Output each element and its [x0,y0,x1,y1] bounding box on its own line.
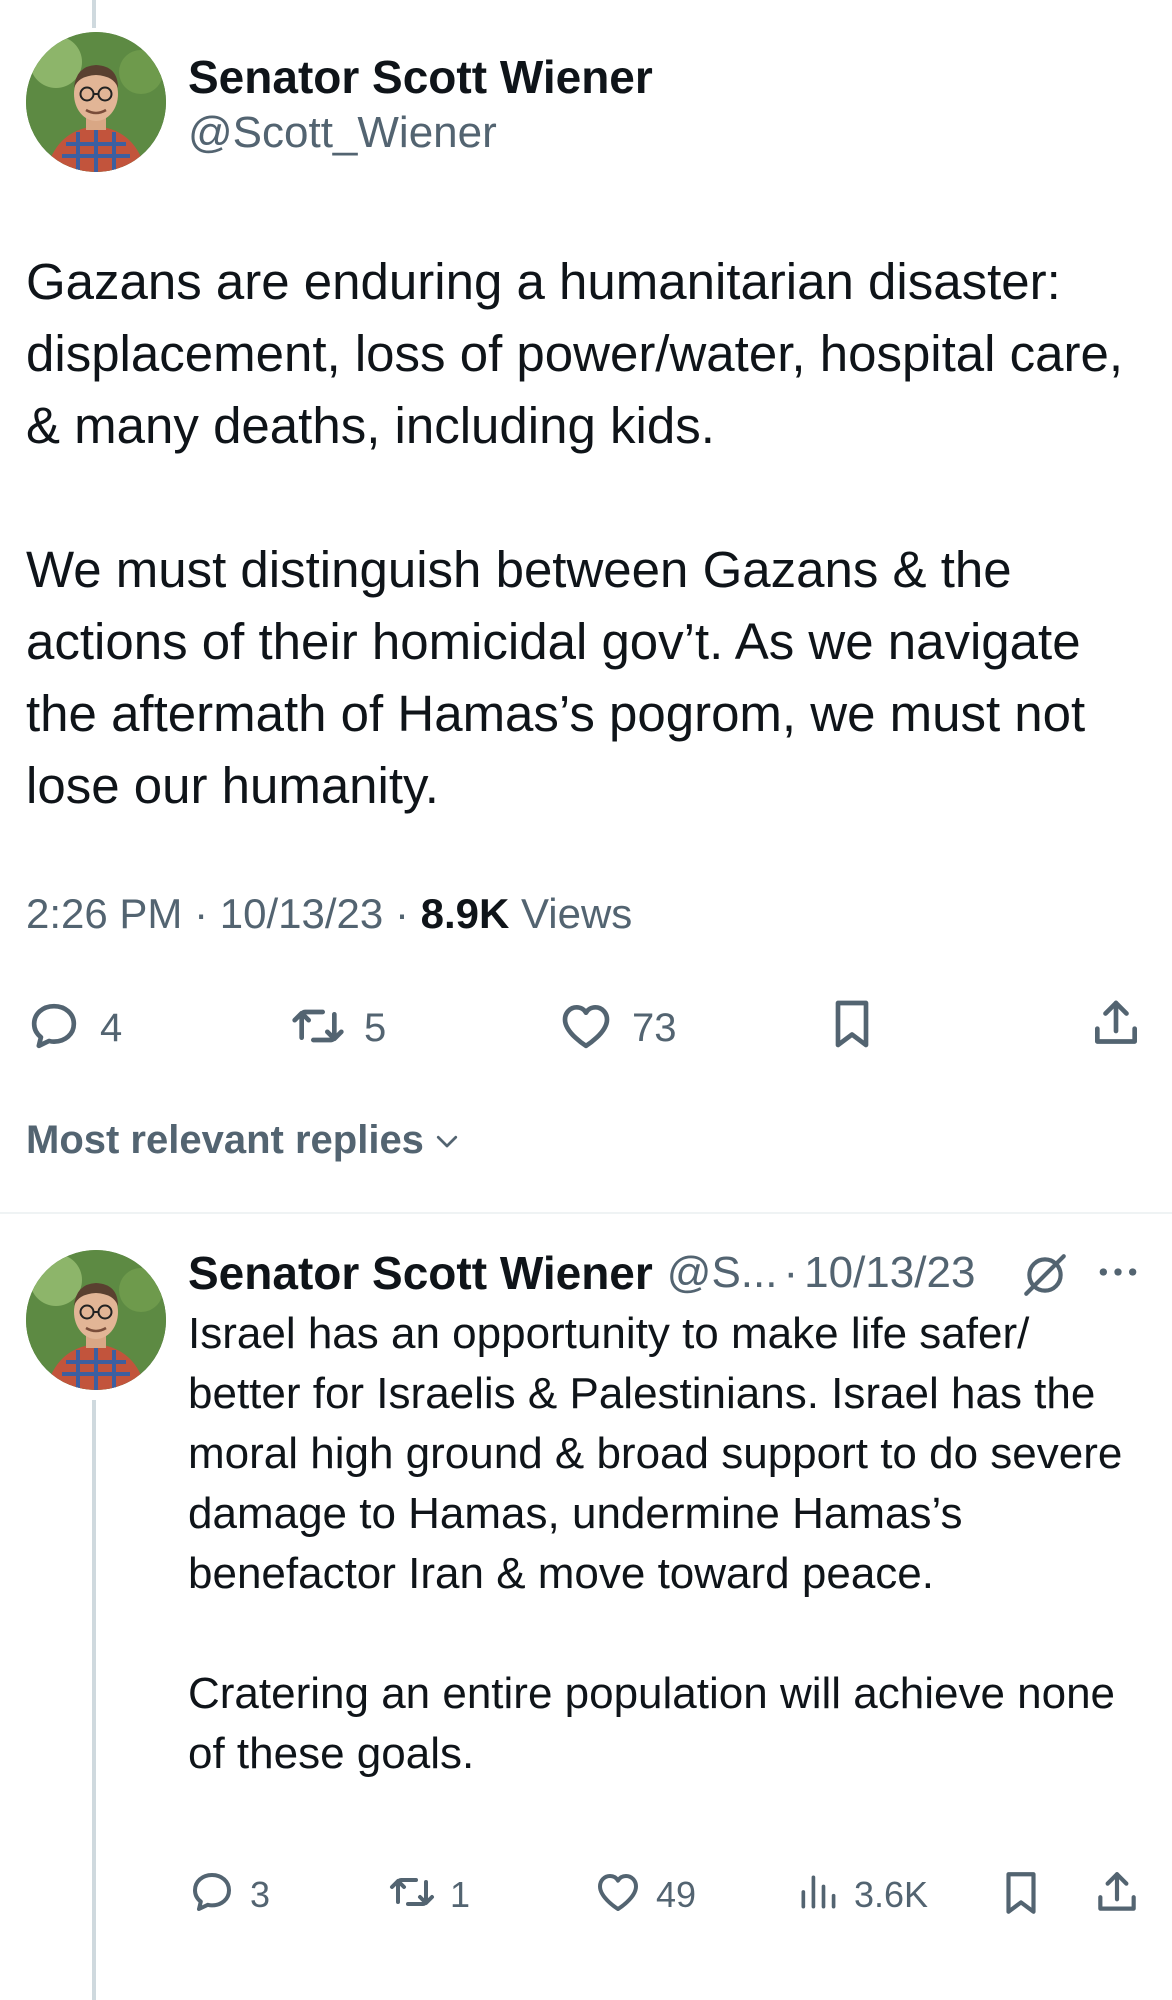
divider [0,1212,1172,1214]
thread-line [92,1400,96,2000]
thread-line [92,0,96,28]
views-count: 8.9K [420,890,510,937]
tweet-date[interactable]: 10/13/23 [220,890,384,937]
reply-author-handle[interactable]: @S... [667,1248,778,1298]
bookmark-button[interactable] [824,994,880,1059]
like-count: 49 [656,1873,697,1915]
share-icon [1088,1000,1144,1058]
more-button[interactable] [1096,1256,1140,1293]
reply-paragraph: Cratering an entire population will achi… [188,1669,1116,1778]
share-button[interactable] [1088,994,1144,1059]
meta-separator: · [783,1248,799,1297]
avatar[interactable] [26,32,166,172]
reply-count: 4 [100,1006,123,1050]
reply-views-button[interactable]: 3.6K [796,1868,928,1921]
reply-icon [188,1868,236,1921]
reply-reply-button[interactable]: 3 [188,1868,270,1921]
reply-count: 3 [250,1873,271,1915]
tweet-meta: 2:26 PM · 10/13/23 · 8.9K Views [26,890,632,938]
more-icon [1096,1268,1140,1292]
like-icon [594,1868,642,1921]
reply-share-button[interactable] [1092,1866,1142,1925]
reply-text: Israel has an opportunity to make life s… [188,1304,1148,1784]
meta-separator: · [394,890,409,937]
repost-count: 1 [450,1873,471,1915]
reply-author-name[interactable]: Senator Scott Wiener [188,1246,653,1300]
repost-icon [290,998,346,1059]
views-label: Views [521,890,633,937]
reply-like-button[interactable]: 49 [594,1868,696,1921]
views-icon [796,1868,840,1921]
tweet-paragraph: We must distinguish between Gazans & the… [26,541,1086,814]
reply-date[interactable]: 10/13/23 [804,1248,975,1298]
repost-icon [388,1868,436,1921]
reply-paragraph: Israel has an opportunity to make life s… [188,1309,1123,1598]
reply-icon [26,998,82,1059]
tweet-paragraph: Gazans are enduring a humanitarian disas… [26,253,1124,454]
reply-bookmark-button[interactable] [996,1866,1046,1925]
repost-button[interactable]: 5 [290,998,386,1059]
reply-repost-button[interactable]: 1 [388,1868,470,1921]
replies-sort-button[interactable]: Most relevant replies [26,1118,462,1163]
chevron-down-icon [432,1126,462,1156]
like-count: 73 [632,1006,677,1050]
reply-header: Senator Scott Wiener @S... · 10/13/23 [188,1246,975,1300]
reply-avatar[interactable] [26,1250,166,1390]
author-name[interactable]: Senator Scott Wiener [188,50,653,104]
tweet-time[interactable]: 2:26 PM [26,890,182,937]
bookmark-icon [996,1872,1046,1924]
like-button[interactable]: 73 [558,998,677,1059]
share-icon [1092,1872,1142,1924]
repost-count: 5 [364,1006,387,1050]
bookmark-icon [824,1000,880,1058]
tweet-text: Gazans are enduring a humanitarian disas… [26,246,1146,822]
views-count: 3.6K [854,1873,929,1915]
like-icon [558,998,614,1059]
author-handle[interactable]: @Scott_Wiener [188,108,497,158]
grok-icon [1020,1254,1070,1304]
replies-sort-label: Most relevant replies [26,1118,424,1162]
meta-separator: · [194,890,209,937]
grok-button[interactable] [1020,1250,1070,1305]
reply-button[interactable]: 4 [26,998,122,1059]
